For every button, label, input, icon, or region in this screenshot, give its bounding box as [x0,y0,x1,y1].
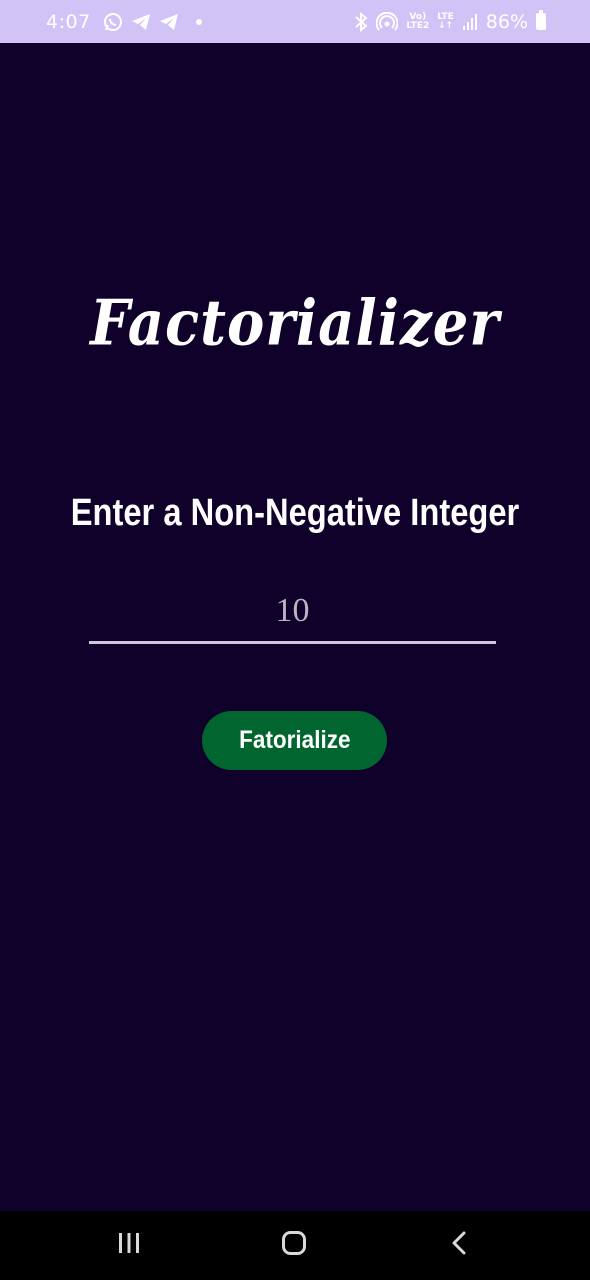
home-icon [281,1230,307,1261]
status-bar: 4:07 Vo) LTE2 LTE ↓↑ 86% [0,0,590,43]
signal-icon [462,13,478,31]
recents-button[interactable] [94,1211,164,1280]
telegram-icon [131,13,151,31]
recents-icon [117,1232,141,1259]
back-icon [451,1231,467,1260]
lte-data-icon: LTE ↓↑ [437,12,454,31]
volte-bottom-label: LTE2 [406,20,430,31]
integer-input[interactable] [89,588,496,644]
factorialize-button[interactable]: Fatorialize [202,711,387,770]
status-time: 4:07 [46,10,91,33]
volte-icon: Vo) LTE2 [406,12,430,31]
battery-percent: 86% [485,10,528,33]
app-title: Factorializer [90,286,500,360]
back-button[interactable] [424,1211,494,1280]
battery-charging-icon [536,10,546,30]
status-left: 4:07 [46,0,203,43]
data-arrows-icon: ↓↑ [437,20,454,31]
factorialize-button-label: Fatorialize [238,726,351,754]
notification-dot-icon [195,18,203,26]
status-right: Vo) LTE2 LTE ↓↑ 86% [354,0,546,43]
navigation-bar [0,1211,590,1280]
whatsapp-icon [103,12,123,32]
integer-prompt-label: Enter a Non-Negative Integer [70,492,520,534]
bluetooth-icon [354,11,368,32]
telegram-icon [159,13,179,31]
hotspot-icon [376,11,399,32]
home-button[interactable] [259,1211,329,1280]
